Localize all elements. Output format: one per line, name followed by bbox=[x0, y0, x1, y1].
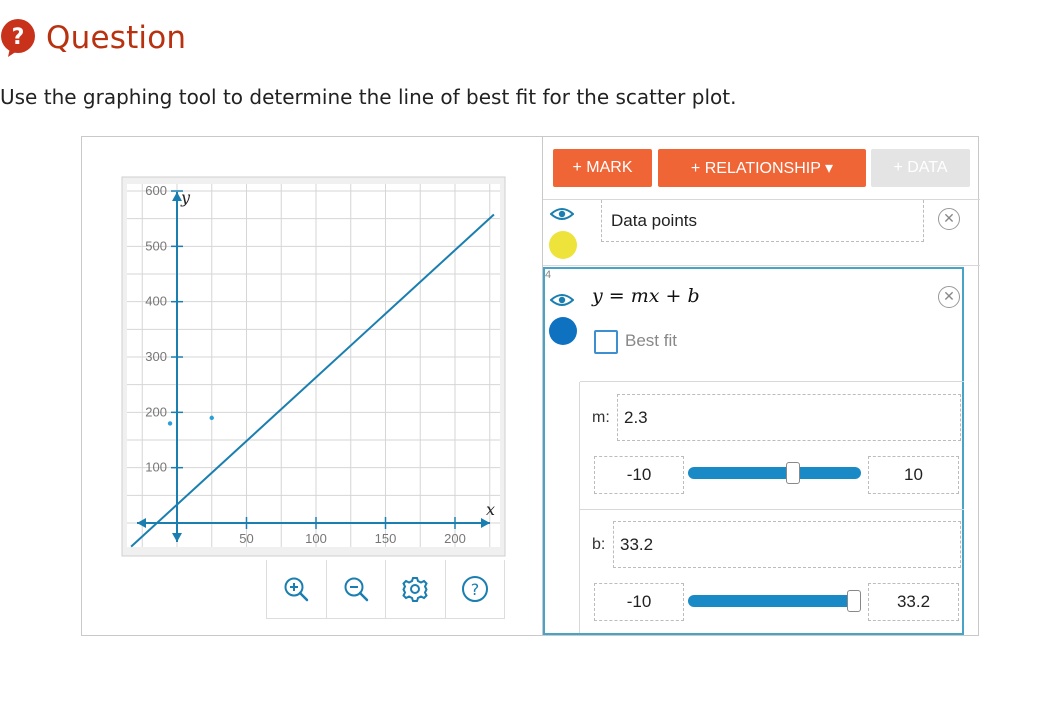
best-fit-label: Best fit bbox=[625, 331, 677, 350]
m-min-value: -10 bbox=[626, 465, 652, 484]
question-bubble-icon: ? bbox=[1, 19, 35, 57]
b-max-value: 33.2 bbox=[896, 592, 931, 611]
m-value: 2.3 bbox=[624, 407, 648, 427]
question-title: Question bbox=[46, 20, 187, 56]
y-tick-label: 300 bbox=[145, 349, 167, 364]
x-tick-label: 50 bbox=[239, 531, 253, 546]
y-tick-label: 400 bbox=[145, 294, 167, 309]
delete-relationship-icon[interactable]: ✕ bbox=[938, 286, 960, 308]
graphing-widget: 50 100 150 200 600 500 400 300 200 100 x y bbox=[81, 136, 980, 636]
zoom-out-button[interactable] bbox=[327, 560, 386, 618]
divider bbox=[580, 509, 964, 510]
settings-gear-icon bbox=[402, 577, 428, 602]
data-points-label: Data points bbox=[611, 210, 697, 230]
expression-index: 4 bbox=[545, 269, 552, 281]
divider bbox=[579, 382, 580, 633]
b-min-value: -10 bbox=[626, 592, 652, 611]
zoom-in-icon bbox=[284, 577, 309, 602]
question-text: Use the graphing tool to determine the l… bbox=[0, 85, 737, 109]
eye-visibility-icon[interactable] bbox=[550, 207, 574, 221]
y-tick-label: 100 bbox=[145, 460, 167, 475]
help-icon: ? bbox=[461, 576, 488, 602]
relationship-color-swatch[interactable] bbox=[549, 317, 577, 345]
m-max-input[interactable]: 10 bbox=[868, 456, 959, 494]
m-slider-thumb[interactable] bbox=[785, 462, 800, 484]
relationship-card[interactable] bbox=[543, 267, 964, 635]
zoom-out-icon bbox=[344, 577, 368, 602]
best-fit-checkbox[interactable] bbox=[594, 330, 618, 354]
y-axis-label: y bbox=[180, 188, 191, 207]
b-min-input[interactable]: -10 bbox=[594, 583, 684, 621]
x-tick-label: 150 bbox=[375, 531, 397, 546]
data-points-field[interactable]: Data points bbox=[601, 200, 924, 242]
help-button[interactable]: ? bbox=[446, 560, 505, 618]
m-max-value: 10 bbox=[904, 465, 923, 484]
graph-toolbar: ? bbox=[266, 560, 505, 619]
add-relationship-button[interactable]: + RELATIONSHIP ▾ bbox=[658, 149, 866, 187]
expression-panel: + MARK + RELATIONSHIP ▾ + DATA Data poin… bbox=[542, 137, 980, 635]
b-value-input[interactable]: 33.2 bbox=[613, 521, 961, 568]
b-label: b: bbox=[592, 536, 606, 553]
m-slider-track[interactable] bbox=[688, 467, 861, 479]
equation-text[interactable]: y = mx + b bbox=[592, 285, 700, 307]
b-slider-thumb[interactable] bbox=[847, 590, 861, 612]
add-data-button: + DATA bbox=[871, 149, 970, 187]
svg-text:?: ? bbox=[12, 25, 25, 50]
data-point bbox=[209, 415, 214, 421]
divider bbox=[580, 381, 964, 382]
x-tick-label: 100 bbox=[305, 531, 327, 546]
zoom-in-button[interactable] bbox=[267, 560, 327, 618]
m-min-input[interactable]: -10 bbox=[594, 456, 684, 494]
y-tick-label: 200 bbox=[145, 404, 167, 419]
y-tick-label: 600 bbox=[145, 183, 167, 198]
svg-text:?: ? bbox=[471, 580, 480, 599]
x-axis-label: x bbox=[486, 500, 495, 519]
data-point bbox=[167, 421, 173, 426]
data-color-swatch[interactable] bbox=[549, 231, 577, 259]
m-value-input[interactable]: 2.3 bbox=[617, 394, 961, 441]
b-value: 33.2 bbox=[620, 534, 654, 554]
b-slider-track[interactable] bbox=[688, 595, 861, 607]
graph-area: 50 100 150 200 600 500 400 300 200 100 x y bbox=[82, 137, 542, 635]
question-header: ? Question bbox=[0, 18, 186, 58]
x-tick-label: 200 bbox=[444, 531, 466, 546]
m-label: m: bbox=[592, 409, 610, 426]
y-tick-label: 500 bbox=[145, 238, 167, 253]
delete-data-icon[interactable]: ✕ bbox=[938, 208, 960, 230]
settings-button[interactable] bbox=[386, 560, 446, 618]
add-mark-button[interactable]: + MARK bbox=[553, 149, 652, 187]
divider bbox=[543, 265, 980, 266]
eye-visibility-icon[interactable] bbox=[550, 293, 574, 307]
b-max-input[interactable]: 33.2 bbox=[868, 583, 959, 621]
